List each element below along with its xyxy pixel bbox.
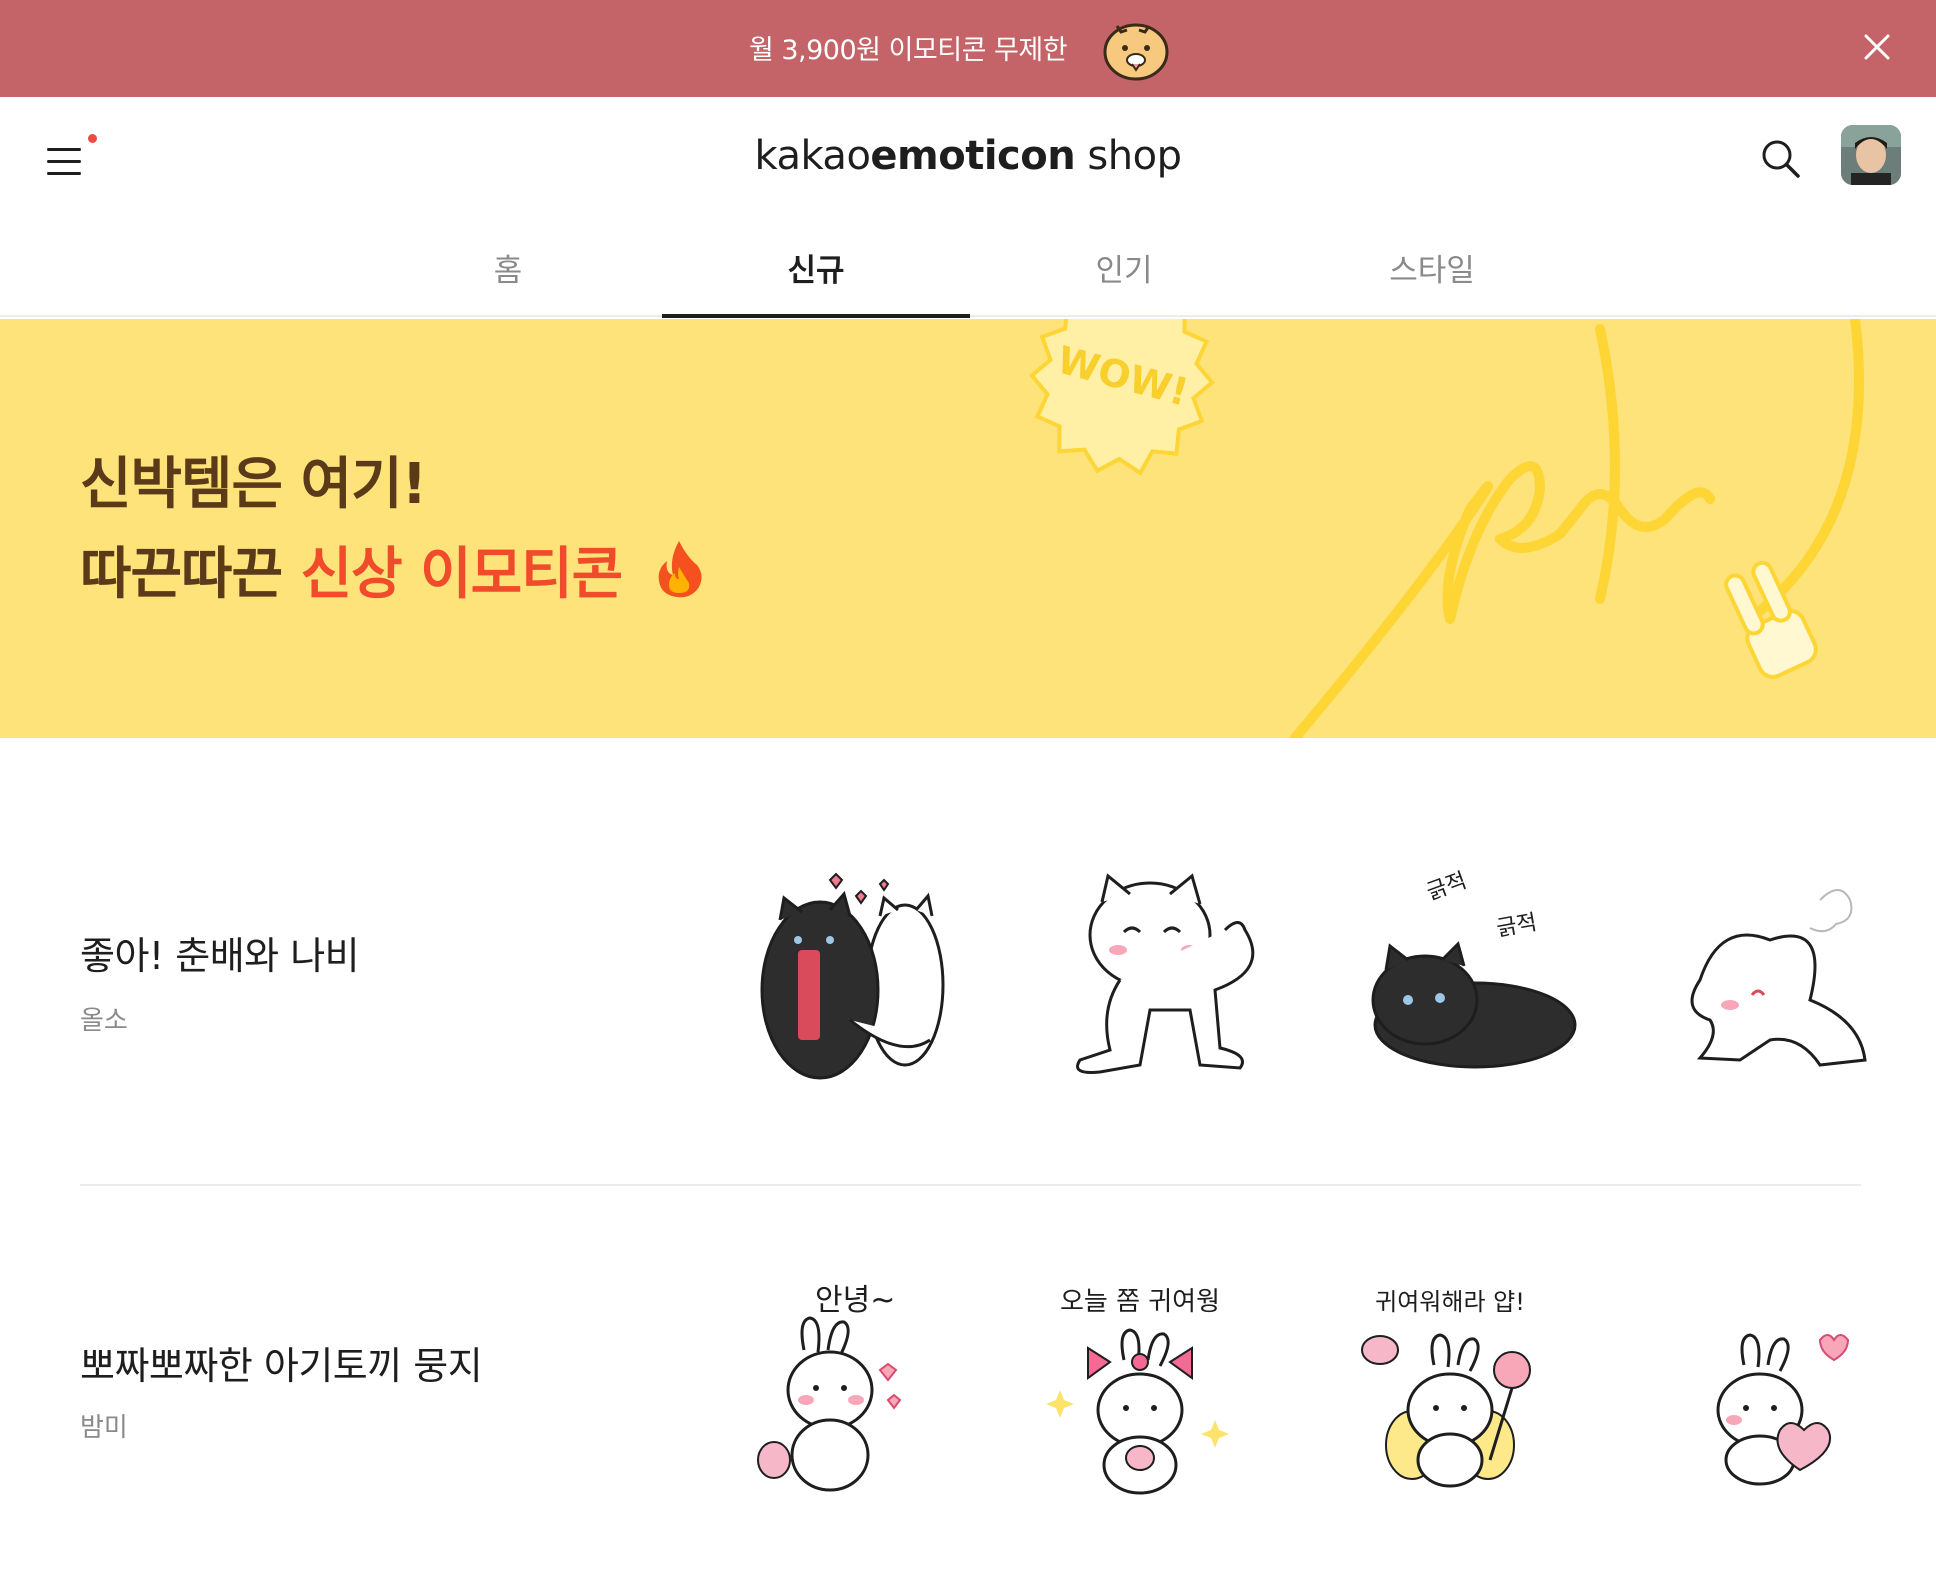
list-divider: [80, 1184, 1861, 1186]
item-title: 좋아! 춘배와 나비: [80, 934, 360, 978]
item-title: 뽀짜뽀짜한 아기토끼 뭉지: [80, 1344, 483, 1388]
svg-text:긁적: 긁적: [1495, 910, 1539, 942]
avatar[interactable]: [1841, 125, 1901, 185]
logo-suffix: shop: [1075, 133, 1182, 179]
black-cat-lying-sticker: 긁적 긁적: [1371, 868, 1577, 1069]
shop-logo[interactable]: kakaoemoticon shop: [0, 133, 1936, 179]
black-white-cats-hug-sticker: [760, 872, 945, 1080]
tab-new[interactable]: 신규: [662, 227, 970, 318]
promo-bar[interactable]: 월 3,900원 이모티콘 무제한: [0, 0, 1936, 97]
emoticon-item[interactable]: 좋아! 춘배와 나비 올소 긁적 긁적: [80, 850, 1867, 1180]
v-sign-hand-icon: [1724, 560, 1818, 679]
hamster-face-icon: [1103, 23, 1169, 81]
white-cat-stretch-sticker: [1690, 889, 1867, 1067]
fire-icon: [658, 541, 702, 598]
banner-headline-prefix: 따끈따끈: [80, 542, 301, 607]
bunny-fairy-sticker: 귀여워해라 얍!: [1361, 1288, 1531, 1488]
logo-prefix: kakao: [754, 133, 871, 179]
tab-popular[interactable]: 인기: [970, 227, 1278, 317]
banner-headline-2: 따끈따끈 신상 이모티콘: [80, 529, 705, 610]
promo-text[interactable]: 월 3,900원 이모티콘 무제한: [0, 28, 1936, 67]
svg-text:안녕~: 안녕~: [815, 1283, 895, 1318]
banner-highlight: 신상 이모티콘: [300, 542, 624, 607]
site-header: kakaoemoticon shop 홈 신규 인기 스타일: [0, 97, 1936, 318]
tab-style[interactable]: 스타일: [1278, 227, 1586, 317]
new-emoticon-banner[interactable]: . WOW! 신박템은 여기! 따끈따끈 신상 이모티콘: [0, 319, 1936, 738]
search-icon[interactable]: [1757, 135, 1805, 183]
white-cat-giggle-sticker: [1076, 873, 1255, 1074]
logo-bold: emoticon: [870, 133, 1076, 179]
wow-badge: WOW!: [1029, 319, 1215, 476]
bunny-hello-sticker: 안녕~: [757, 1283, 902, 1492]
close-icon[interactable]: [1856, 26, 1898, 68]
avatar-image: [1841, 125, 1901, 185]
svg-text:오늘 쫌 귀여웡: 오늘 쫌 귀여웡: [1060, 1287, 1220, 1317]
category-tabs: 홈 신규 인기 스타일: [0, 227, 1936, 318]
svg-text:귀여워해라 얍!: 귀여워해라 얍!: [1375, 1288, 1525, 1316]
item-author: 올소: [80, 1006, 128, 1036]
bunny-heart-sticker: [1716, 1333, 1850, 1486]
tab-home[interactable]: 홈: [354, 227, 662, 317]
bunny-bow-sticker: 오늘 쫌 귀여웡: [1046, 1287, 1229, 1495]
item-author: 밤미: [80, 1413, 128, 1443]
banner-headline-1: 신박템은 여기!: [80, 452, 427, 517]
svg-text:긁적: 긁적: [1424, 868, 1471, 905]
emoticon-item[interactable]: 뽀짜뽀짜한 아기토끼 뭉지 밤미 안녕~ 오늘 쫌 귀여웡 귀여워해라 얍!: [80, 1245, 1861, 1575]
script-text: .: [1580, 598, 1581, 600]
